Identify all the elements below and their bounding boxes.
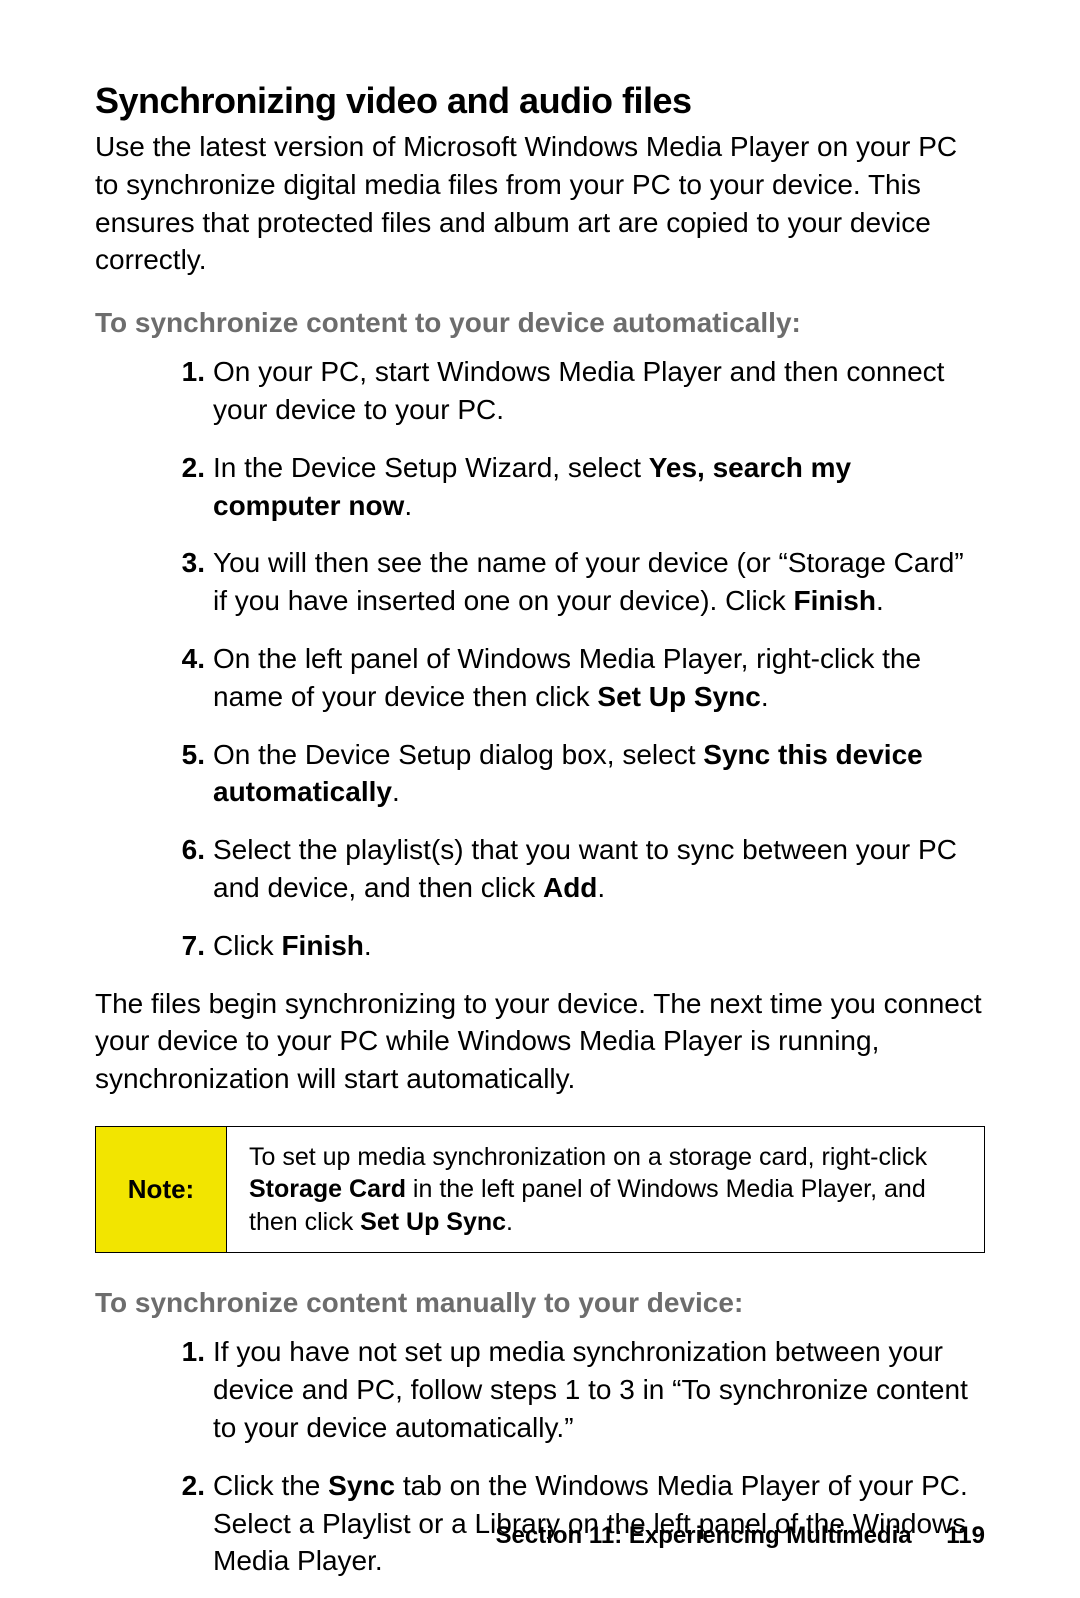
note-body: To set up media synchronization on a sto…: [227, 1127, 984, 1253]
page-footer: Section 11: Experiencing Multimedia 119: [496, 1522, 986, 1550]
step-number: 2.: [159, 449, 205, 487]
footer-section: Section 11: Experiencing Multimedia: [496, 1522, 912, 1549]
list-item: 2.In the Device Setup Wizard, select Yes…: [213, 449, 985, 525]
subhead-auto: To synchronize content to your device au…: [95, 307, 985, 339]
document-page: Synchronizing video and audio files Use …: [0, 0, 1080, 1598]
step-number: 7.: [159, 927, 205, 965]
list-item: 3.You will then see the name of your dev…: [213, 544, 985, 620]
step-number: 1.: [159, 1333, 205, 1371]
subhead-manual: To synchronize content manually to your …: [95, 1287, 985, 1319]
list-item: 5.On the Device Setup dialog box, select…: [213, 736, 985, 812]
step-number: 2.: [159, 1467, 205, 1505]
list-item: 1.If you have not set up media synchroni…: [213, 1333, 985, 1446]
step-text: On your PC, start Windows Media Player a…: [213, 356, 944, 425]
note-box: Note: To set up media synchronization on…: [95, 1126, 985, 1254]
list-item: 1.On your PC, start Windows Media Player…: [213, 353, 985, 429]
step-number: 4.: [159, 640, 205, 678]
outro-paragraph: The files begin synchronizing to your de…: [95, 985, 985, 1098]
step-text: On the left panel of Windows Media Playe…: [213, 643, 921, 712]
steps-auto-list: 1.On your PC, start Windows Media Player…: [95, 353, 985, 964]
step-text: You will then see the name of your devic…: [213, 547, 964, 616]
page-title: Synchronizing video and audio files: [95, 80, 985, 122]
step-text: Select the playlist(s) that you want to …: [213, 834, 957, 903]
footer-page-number: 119: [946, 1522, 985, 1549]
step-number: 3.: [159, 544, 205, 582]
step-number: 6.: [159, 831, 205, 869]
list-item: 4.On the left panel of Windows Media Pla…: [213, 640, 985, 716]
intro-paragraph: Use the latest version of Microsoft Wind…: [95, 128, 985, 279]
step-text: If you have not set up media synchroniza…: [213, 1336, 968, 1443]
list-item: 6.Select the playlist(s) that you want t…: [213, 831, 985, 907]
list-item: 7.Click Finish.: [213, 927, 985, 965]
note-label: Note:: [96, 1127, 227, 1253]
step-number: 5.: [159, 736, 205, 774]
step-number: 1.: [159, 353, 205, 391]
step-text: On the Device Setup dialog box, select S…: [213, 739, 923, 808]
step-text: In the Device Setup Wizard, select Yes, …: [213, 452, 851, 521]
step-text: Click Finish.: [213, 930, 372, 961]
